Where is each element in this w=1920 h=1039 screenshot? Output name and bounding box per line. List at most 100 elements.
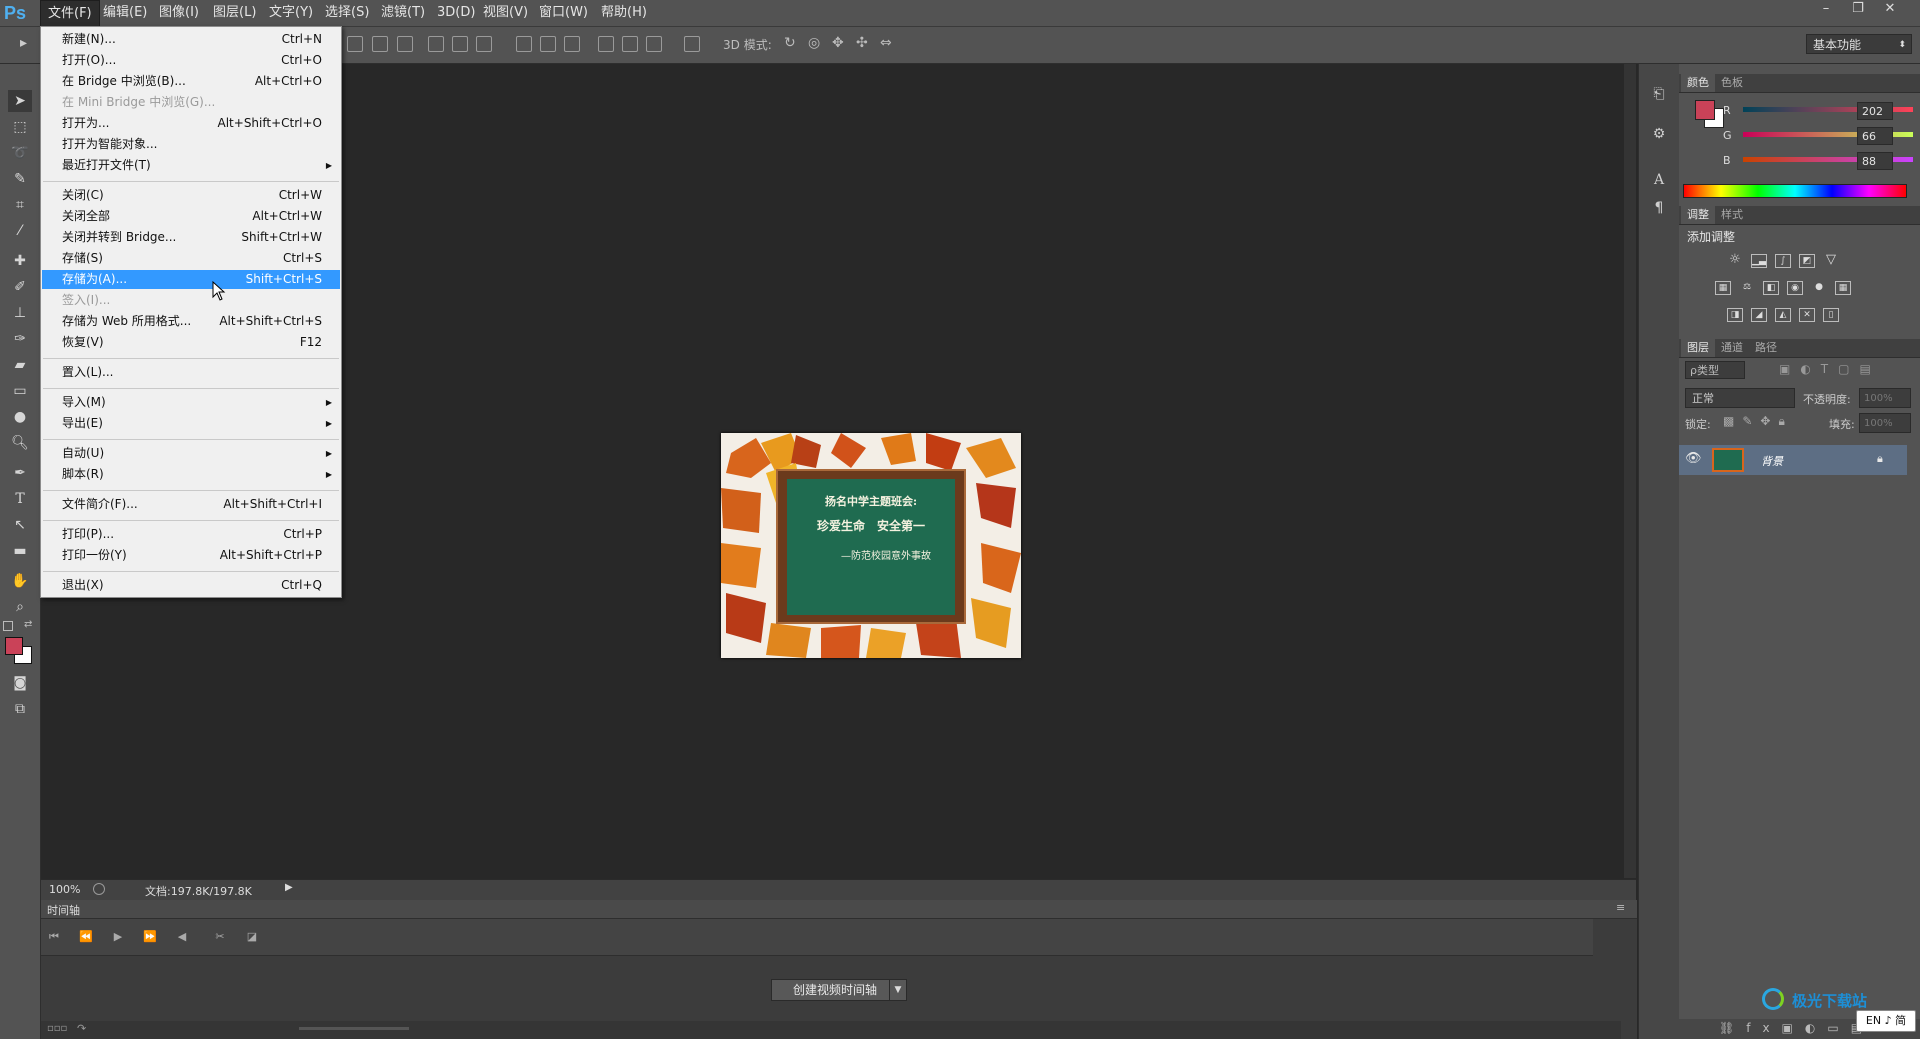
3d-scale-icon[interactable]: ⇔	[880, 35, 892, 51]
file-menu-item[interactable]: 最近打开文件(T) ▶	[42, 156, 340, 175]
layer-footer-icons[interactable]: ⛓fx▣◐▭▤	[1719, 1021, 1874, 1035]
quick-mask-icon[interactable]: ◙	[8, 672, 32, 694]
panel-menu-icon[interactable]: ≡	[1616, 901, 1625, 914]
zoom-tool-icon[interactable]: ⌕	[8, 596, 32, 618]
render-icon[interactable]: ↷	[77, 1022, 86, 1035]
tab-paths[interactable]: 路径	[1749, 339, 1783, 357]
color-lookup-icon[interactable]: ▦	[1835, 281, 1851, 295]
audio-icon[interactable]: ◀	[175, 930, 189, 944]
marquee-tool-icon[interactable]: ⬚	[8, 116, 32, 138]
align-bottom-icon[interactable]	[476, 36, 492, 52]
distribute-right-icon[interactable]	[646, 36, 662, 52]
menu-item[interactable]: 帮助(H)	[594, 0, 654, 26]
channel-b-input[interactable]: 88	[1857, 152, 1893, 170]
canvas-image[interactable]: 扬名中学主题班会: 珍爱生命 安全第一 —防范校园意外事故	[721, 433, 1021, 658]
3d-rotate-icon[interactable]: ↻	[784, 35, 796, 51]
file-menu-item[interactable]: 自动(U) ▶	[42, 444, 340, 463]
gradient-map-icon[interactable]: ▯	[1823, 308, 1839, 322]
menu-item[interactable]: 窗口(W)	[532, 0, 595, 26]
channel-mixer-icon[interactable]: ●	[1811, 281, 1827, 295]
file-menu-item[interactable]: 导入(M) ▶	[42, 393, 340, 412]
file-menu-item[interactable]: 新建(N)... Ctrl+N	[42, 30, 340, 49]
menu-item[interactable]: 文字(Y)	[262, 0, 320, 26]
healing-brush-tool-icon[interactable]: ✚	[8, 250, 32, 272]
align-top-icon[interactable]	[428, 36, 444, 52]
character-panel-icon[interactable]: A	[1649, 170, 1669, 190]
gradient-tool-icon[interactable]: ▭	[8, 380, 32, 402]
first-frame-icon[interactable]: ⏮	[47, 930, 61, 944]
fill-input[interactable]: 100%	[1859, 413, 1911, 433]
posterize-icon[interactable]: ◢	[1751, 308, 1767, 322]
file-menu-item[interactable]: 打印(P)... Ctrl+P	[42, 525, 340, 544]
menu-item[interactable]: 文件(F)	[40, 0, 100, 27]
tab-layers[interactable]: 图层	[1681, 339, 1715, 357]
menu-item[interactable]: 选择(S)	[318, 0, 376, 26]
tab-channels[interactable]: 通道	[1715, 339, 1749, 357]
tab-swatches[interactable]: 色板	[1715, 74, 1749, 92]
timeline-zoom-slider[interactable]	[299, 1027, 409, 1030]
threshold-icon[interactable]: ◭	[1775, 308, 1791, 322]
file-menu-item[interactable]: 关闭并转到 Bridge... Shift+Ctrl+W	[42, 228, 340, 247]
file-menu-item[interactable]: 打开(O)... Ctrl+O	[42, 51, 340, 70]
menu-item[interactable]: 3D(D)	[430, 0, 482, 26]
vertical-scrollbar[interactable]	[1624, 64, 1636, 878]
file-menu-item[interactable]: 导出(E) ▶	[42, 414, 340, 433]
eye-icon[interactable]: 👁︎	[1685, 451, 1702, 466]
opacity-input[interactable]: 100%	[1859, 388, 1911, 408]
quick-select-tool-icon[interactable]: ✎	[8, 168, 32, 190]
file-menu-item[interactable]: 存储(S) Ctrl+S	[42, 249, 340, 268]
swap-colors-icon[interactable]: ⇄	[24, 619, 32, 630]
file-menu-item[interactable]: 脚本(R) ▶	[42, 465, 340, 484]
file-menu-item[interactable]: 打开为智能对象...	[42, 135, 340, 154]
blur-tool-icon[interactable]: ●	[8, 406, 32, 428]
menu-item[interactable]: 滤镜(T)	[374, 0, 432, 26]
distribute-left-icon[interactable]	[598, 36, 614, 52]
next-frame-icon[interactable]: ⏩	[143, 930, 157, 944]
file-menu-item[interactable]: 打印一份(Y) Alt+Shift+Ctrl+P	[42, 546, 340, 565]
distribute-bottom-icon[interactable]	[564, 36, 580, 52]
create-video-timeline-button[interactable]: 创建视频时间轴	[771, 979, 899, 1001]
shape-tool-icon[interactable]: ▬	[8, 540, 32, 562]
paragraph-panel-icon[interactable]: ¶	[1649, 198, 1669, 218]
menu-item[interactable]: 视图(V)	[476, 0, 535, 26]
prev-frame-icon[interactable]: ⏪	[79, 930, 93, 944]
selective-color-icon[interactable]: ✕	[1799, 308, 1815, 322]
workspace-select[interactable]: 基本功能 ⬍	[1806, 34, 1912, 54]
move-tool-icon[interactable]: ➤	[8, 90, 32, 112]
play-icon[interactable]: ▶	[111, 930, 125, 944]
layer-filter-icons[interactable]: ▣◐T▢▤	[1779, 362, 1881, 376]
exposure-icon[interactable]: ◩	[1799, 254, 1815, 268]
zoom-level[interactable]: 100%	[49, 883, 80, 896]
file-menu-item[interactable]: 恢复(V) F12	[42, 333, 340, 352]
vibrance-icon[interactable]: ▽	[1823, 253, 1839, 268]
file-menu-item[interactable]: 存储为(A)... Shift+Ctrl+S	[42, 270, 340, 289]
align-right-icon[interactable]	[397, 36, 413, 52]
file-menu-item[interactable]: 文件简介(F)... Alt+Shift+Ctrl+I	[42, 495, 340, 514]
tab-styles[interactable]: 样式	[1715, 206, 1749, 224]
eyedropper-tool-icon[interactable]: ⁄	[8, 220, 32, 242]
3d-roll-icon[interactable]: ◎	[808, 35, 820, 51]
layer-filter-select[interactable]: ρ类型	[1685, 361, 1745, 379]
default-colors-icon[interactable]	[3, 621, 13, 631]
history-brush-tool-icon[interactable]: ✑	[8, 328, 32, 350]
chevron-down-icon[interactable]: ▼	[889, 979, 907, 1001]
file-menu-item[interactable]: 退出(X) Ctrl+Q	[42, 576, 340, 595]
ime-indicator[interactable]: EN ♪ 简	[1856, 1010, 1916, 1032]
clone-stamp-tool-icon[interactable]: ⊥	[8, 302, 32, 324]
align-left-icon[interactable]	[347, 36, 363, 52]
convert-frames-icon[interactable]: ▫▫▫	[47, 1023, 67, 1034]
lasso-tool-icon[interactable]: ➰	[8, 142, 32, 164]
split-icon[interactable]: ✂	[213, 930, 227, 944]
layer-name[interactable]: 背景	[1761, 453, 1783, 469]
channel-r-input[interactable]: 202	[1857, 102, 1893, 120]
file-menu-item[interactable]: 存储为 Web 所用格式... Alt+Shift+Ctrl+S	[42, 312, 340, 331]
distribute-vcenter-icon[interactable]	[540, 36, 556, 52]
status-menu-arrow-icon[interactable]: ▶	[285, 882, 293, 893]
file-menu-item[interactable]: 置入(L)...	[42, 363, 340, 382]
distribute-hcenter-icon[interactable]	[622, 36, 638, 52]
transition-icon[interactable]: ◪	[245, 930, 259, 944]
levels-icon[interactable]: ▁▃	[1751, 254, 1767, 268]
history-panel-icon[interactable]: ⎗	[1649, 84, 1669, 104]
eraser-tool-icon[interactable]: ▰	[8, 354, 32, 376]
minimize-button[interactable]: –	[1810, 0, 1842, 20]
